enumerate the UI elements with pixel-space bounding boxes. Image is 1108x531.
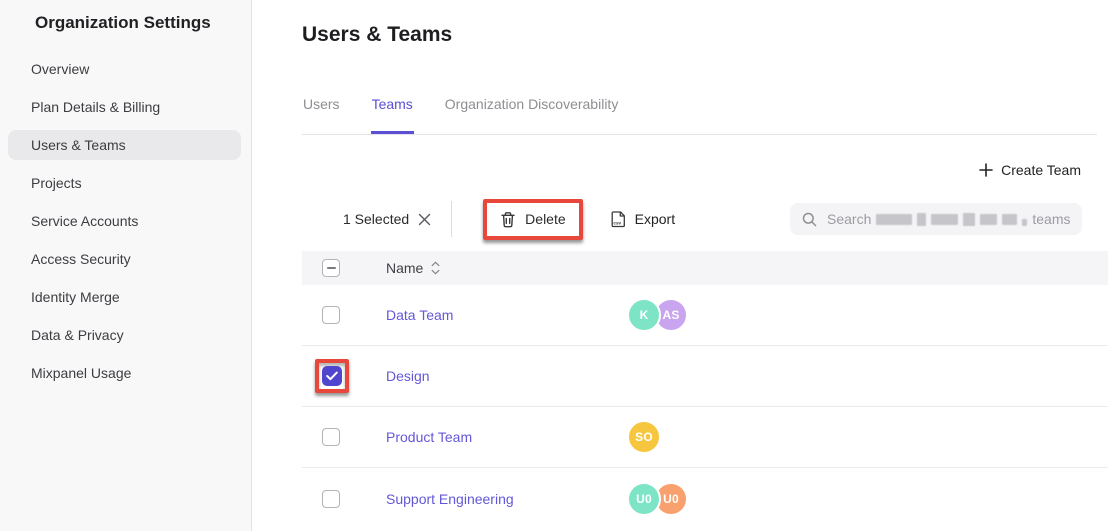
close-icon[interactable] [418,213,431,226]
sidebar-item-identity-merge[interactable]: Identity Merge [8,282,241,312]
redacted-text-block [963,213,975,226]
page-title: Users & Teams [302,22,1108,47]
selection-status: 1 Selected [343,211,431,227]
svg-text:csv: csv [613,221,621,226]
create-team-button[interactable]: Create Team [979,162,1081,178]
team-name-link[interactable]: Data Team [386,307,453,323]
delete-button[interactable]: Delete [487,203,578,236]
table-row: Design [302,346,1108,407]
redacted-text-block [1002,214,1017,225]
toolbar-divider [451,201,452,237]
check-icon [326,371,338,381]
organization-settings-page: Organization Settings Overview Plan Deta… [0,0,1108,531]
create-team-label: Create Team [1001,162,1081,178]
search-placeholder: Search teams [827,211,1070,227]
redacted-text-block [917,213,926,226]
tab-users[interactable]: Users [302,96,341,134]
avatar: SO [627,420,661,454]
teams-table: Name Data Team K AS [302,251,1108,529]
redacted-text-block [1022,219,1027,226]
trash-icon [500,211,516,228]
row-checkbox[interactable] [322,428,340,446]
member-avatars: U0 U0 [627,482,688,516]
member-avatars: SO [627,420,661,454]
delete-label: Delete [525,211,565,227]
sidebar-item-plan-details-billing[interactable]: Plan Details & Billing [8,92,241,122]
row-checkbox[interactable] [322,490,340,508]
sidebar-item-service-accounts[interactable]: Service Accounts [8,206,241,236]
sidebar-item-access-security[interactable]: Access Security [8,244,241,274]
export-label: Export [635,211,675,227]
tab-teams[interactable]: Teams [371,96,414,134]
selected-count-label: 1 Selected [343,211,409,227]
row-checkbox[interactable] [322,306,340,324]
team-name-link[interactable]: Support Engineering [386,491,514,507]
main-content: Users & Teams Users Teams Organization D… [252,0,1108,531]
bulk-actions-toolbar: 1 Selected [302,198,1108,240]
redacted-text-block [876,214,912,225]
sidebar-title: Organization Settings [0,0,251,33]
member-avatars: K AS [627,298,688,332]
avatar: U0 [627,482,661,516]
select-all-checkbox[interactable] [322,259,340,277]
redacted-text-block [980,214,997,225]
export-button[interactable]: csv Export [610,210,675,228]
sidebar-item-data-privacy[interactable]: Data & Privacy [8,320,241,350]
search-icon [802,212,817,227]
table-row: Support Engineering U0 U0 [302,468,1108,529]
table-header-row: Name [302,251,1108,285]
csv-file-icon: csv [610,210,627,228]
row-checkbox-checked[interactable] [322,366,342,386]
delete-button-highlight: Delete [483,199,582,240]
sidebar-item-projects[interactable]: Projects [8,168,241,198]
checkbox-highlight [315,359,349,393]
table-row: Data Team K AS [302,285,1108,346]
sidebar: Organization Settings Overview Plan Deta… [0,0,252,531]
sidebar-nav: Overview Plan Details & Billing Users & … [0,54,251,388]
plus-icon [979,163,993,177]
search-input[interactable]: Search teams [790,203,1082,235]
sidebar-item-overview[interactable]: Overview [8,54,241,84]
name-column-header: Name [386,260,440,276]
team-name-link[interactable]: Product Team [386,429,472,445]
sidebar-item-mixpanel-usage[interactable]: Mixpanel Usage [8,358,241,388]
tab-organization-discoverability[interactable]: Organization Discoverability [444,96,620,134]
create-team-row: Create Team [302,162,1081,178]
team-name-link[interactable]: Design [386,368,430,384]
table-row: Product Team SO [302,407,1108,468]
tab-bar: Users Teams Organization Discoverability [302,96,1097,135]
sort-arrows-icon[interactable] [431,261,440,275]
sidebar-item-users-teams[interactable]: Users & Teams [8,130,241,160]
redacted-text-block [931,214,958,225]
avatar: K [627,298,661,332]
